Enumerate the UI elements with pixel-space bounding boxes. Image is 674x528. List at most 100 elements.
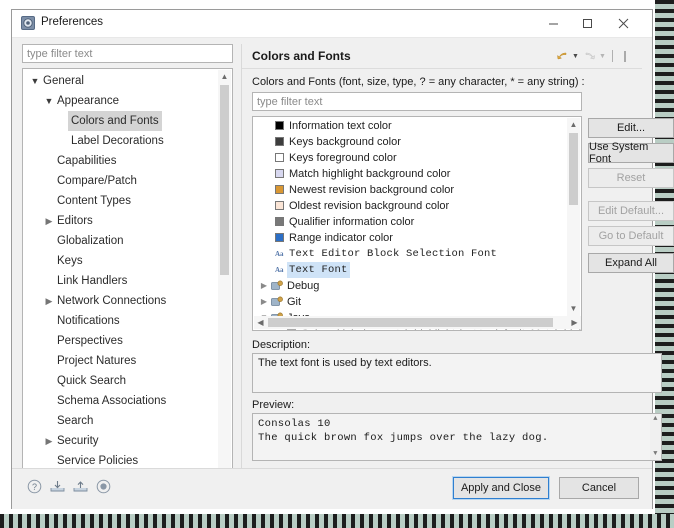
use-system-font-button[interactable]: Use System Font (588, 141, 674, 165)
edit-default-button: Edit Default... (588, 201, 674, 221)
preview-line-font: Consolas 10 (258, 418, 331, 430)
list-item-color-keys-foreground-color[interactable]: Keys foreground color (253, 150, 567, 166)
chevron-right-icon[interactable]: ▶ (259, 278, 269, 294)
sidebar-item-label: Content Types (57, 195, 131, 207)
sidebar-item-schema-associations[interactable]: Schema Associations (23, 391, 219, 411)
help-icon[interactable]: ? (26, 478, 43, 495)
category-icon (271, 280, 283, 291)
sidebar-item-editors[interactable]: ▶ Editors (23, 211, 219, 231)
tree-scroll-up-arrow[interactable]: ▲ (218, 70, 231, 84)
chevron-right-icon[interactable]: ▶ (259, 294, 269, 310)
list-item-label: Match highlight background color (289, 168, 451, 180)
list-item-color-match-highlight-background-color[interactable]: Match highlight background color (253, 166, 567, 182)
list-scroll-down-arrow[interactable]: ▼ (567, 302, 580, 316)
list-item-label: Keys background color (289, 136, 401, 148)
sidebar-item-appearance[interactable]: ▼ Appearance (23, 91, 219, 111)
sidebar-item-label: Keys (57, 255, 83, 267)
sidebar-item-label: Project Natures (57, 355, 137, 367)
color-swatch (275, 185, 284, 194)
tree-vertical-scrollbar[interactable]: ▲ ▼ (218, 70, 231, 480)
preferences-filter-input[interactable]: type filter text (22, 44, 233, 63)
sidebar-item-general[interactable]: ▼ General (23, 71, 219, 91)
preview-scroll-down-arrow[interactable]: ▼ (650, 449, 661, 460)
back-icon[interactable] (555, 49, 569, 63)
font-icon: Aa (275, 250, 284, 258)
view-menu-icon[interactable] (618, 49, 632, 63)
sidebar-item-label: General (43, 75, 84, 87)
sidebar-item-network-connections[interactable]: ▶ Network Connections (23, 291, 219, 311)
description-text: The text font is used by text editors. (252, 353, 662, 393)
colors-fonts-filter-input[interactable]: type filter text (252, 92, 582, 111)
list-item-label: Text Font (287, 262, 350, 278)
preview-vertical-scrollbar[interactable]: ▲ ▼ (650, 414, 661, 460)
list-item-font-text-editor-block-selection-font[interactable]: Aa Text Editor Block Selection Font (253, 246, 567, 262)
sidebar-item-project-natures[interactable]: Project Natures (23, 351, 219, 371)
chevron-right-icon[interactable]: ▶ (43, 291, 55, 311)
list-item-color-newest-revision-background-color[interactable]: Newest revision background color (253, 182, 567, 198)
list-vertical-scrollbar[interactable]: ▲ ▼ (567, 118, 580, 316)
list-horizontal-scrollbar[interactable]: ◀ ▶ (254, 316, 581, 329)
maximize-button[interactable] (572, 10, 602, 37)
expand-all-button[interactable]: Expand All (588, 253, 674, 273)
go-to-default-button: Go to Default (588, 226, 674, 246)
close-button[interactable] (608, 10, 638, 37)
sidebar-item-label: Perspectives (57, 335, 123, 347)
sidebar-item-keys[interactable]: Keys (23, 251, 219, 271)
export-preferences-icon[interactable] (72, 478, 89, 495)
sidebar-item-compare-patch[interactable]: Compare/Patch (23, 171, 219, 191)
list-item-font-text-font[interactable]: Aa Text Font (253, 262, 567, 278)
preferences-tree[interactable]: ▼ General ▼ Appearance Colors and Fonts Label… (22, 68, 233, 482)
list-item-color-qualifier-information-color[interactable]: Qualifier information color (253, 214, 567, 230)
sidebar-item-security[interactable]: ▶ Security (23, 431, 219, 451)
list-item-color-information-text-color[interactable]: Information text color (253, 118, 567, 134)
dialog-title: Preferences (41, 16, 104, 28)
preview-scroll-up-arrow[interactable]: ▲ (650, 414, 661, 425)
page-title: Colors and Fonts (252, 49, 351, 63)
list-group-debug[interactable]: ▶ Debug (253, 278, 567, 294)
sidebar-item-label-decorations[interactable]: Label Decorations (23, 131, 219, 151)
description-label: Description: (252, 339, 311, 351)
sidebar-item-link-handlers[interactable]: Link Handlers (23, 271, 219, 291)
list-scroll-up-arrow[interactable]: ▲ (567, 118, 580, 132)
colors-and-fonts-list[interactable]: Information text color Keys background co… (252, 116, 582, 331)
list-item-color-oldest-revision-background-color[interactable]: Oldest revision background color (253, 198, 567, 214)
sidebar-item-capabilities[interactable]: Capabilities (23, 151, 219, 171)
chevron-right-icon[interactable]: ▶ (43, 431, 55, 451)
list-group-git[interactable]: ▶ Git (253, 294, 567, 310)
record-icon[interactable] (95, 478, 112, 495)
list-item-color-range-indicator-color[interactable]: Range indicator color (253, 230, 567, 246)
sidebar-item-globalization[interactable]: Globalization (23, 231, 219, 251)
list-item-label: Range indicator color (289, 232, 393, 244)
chevron-right-icon[interactable]: ▶ (43, 211, 55, 231)
sidebar-item-content-types[interactable]: Content Types (23, 191, 219, 211)
preferences-tree-list: ▼ General ▼ Appearance Colors and Fonts Label… (23, 71, 219, 481)
color-swatch (275, 217, 284, 226)
minimize-button[interactable] (538, 10, 568, 37)
chevron-down-icon[interactable]: ▼ (29, 71, 41, 91)
sidebar-item-search[interactable]: Search (23, 411, 219, 431)
list-group-label: Debug (287, 280, 320, 292)
sidebar-item-quick-search[interactable]: Quick Search (23, 371, 219, 391)
list-hscroll-thumb[interactable] (268, 318, 553, 327)
back-dropdown-icon[interactable]: ▼ (571, 53, 580, 60)
cancel-button[interactable]: Cancel (559, 477, 639, 499)
list-item-label: Newest revision background color (289, 184, 455, 196)
list-scroll-left-arrow[interactable]: ◀ (254, 316, 267, 329)
color-swatch (275, 153, 284, 162)
forward-icon (582, 49, 596, 63)
import-preferences-icon[interactable] (49, 478, 66, 495)
sidebar-item-perspectives[interactable]: Perspectives (23, 331, 219, 351)
list-scroll-right-arrow[interactable]: ▶ (568, 316, 581, 329)
sidebar-item-label: Label Decorations (71, 135, 164, 147)
list-item-color-keys-background-color[interactable]: Keys background color (253, 134, 567, 150)
edit-button[interactable]: Edit... (588, 118, 674, 138)
preview-label: Preview: (252, 399, 295, 411)
sidebar-item-notifications[interactable]: Notifications (23, 311, 219, 331)
list-scroll-thumb[interactable] (569, 133, 578, 205)
chevron-down-icon[interactable]: ▼ (43, 91, 55, 111)
apply-and-close-button[interactable]: Apply and Close (452, 476, 550, 500)
page-toolbar: ▼ ▼ (555, 48, 632, 64)
sidebar-item-colors-and-fonts[interactable]: Colors and Fonts (23, 111, 219, 131)
tree-scroll-thumb[interactable] (220, 85, 229, 275)
sidebar-item-label: Search (57, 415, 94, 427)
